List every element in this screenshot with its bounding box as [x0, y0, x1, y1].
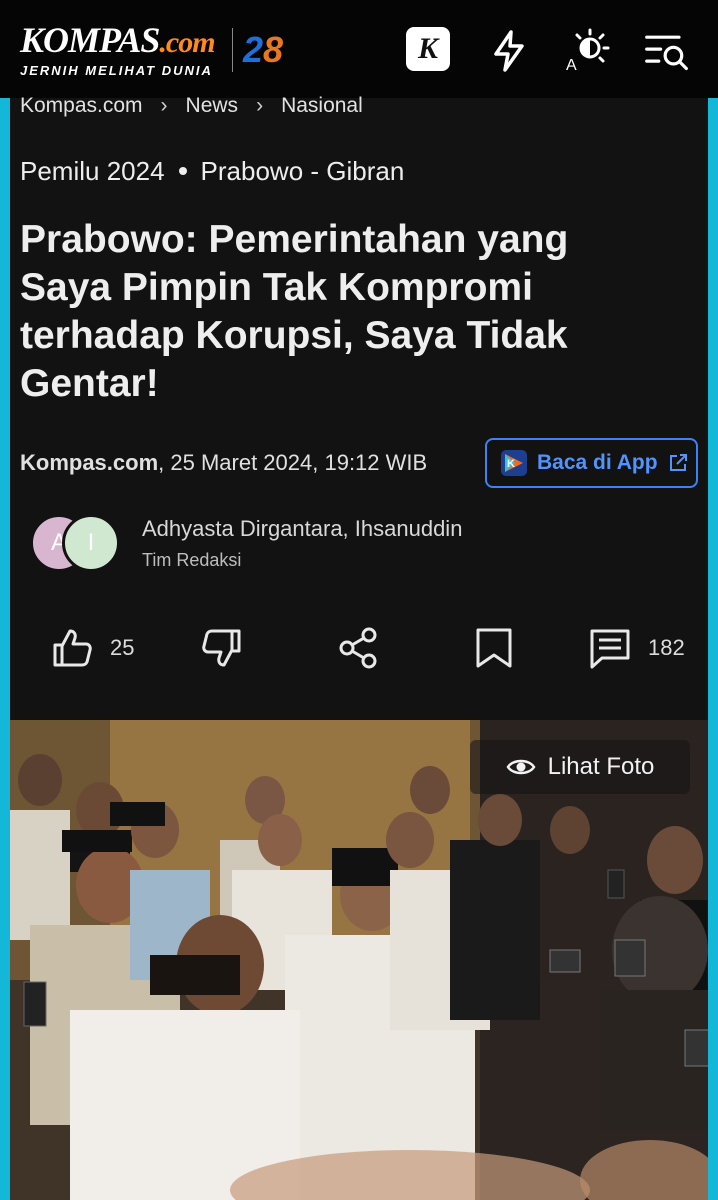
- author-block[interactable]: A I Adhyasta Dirgantara, Ihsanuddin Tim …: [30, 512, 690, 576]
- breadcrumb: Kompas.com › News › Nasional: [20, 94, 363, 118]
- avatar: I: [62, 514, 120, 572]
- tag-prabowo-gibran[interactable]: Prabowo - Gibran: [201, 156, 405, 186]
- top-bar: KOMPAS.com JERNIH MELIHAT DUNIA 28 K A: [0, 0, 718, 98]
- article-source: Kompas.com: [20, 450, 159, 475]
- bookmark-icon: [476, 628, 512, 668]
- left-accent-strip: [0, 98, 10, 1200]
- article-meta: Kompas.com, 25 Maret 2024, 19:12 WIB: [20, 450, 427, 476]
- view-photo-label: Lihat Foto: [547, 753, 655, 780]
- author-names[interactable]: Adhyasta Dirgantara, Ihsanuddin: [142, 516, 462, 542]
- anniversary-badge: 28: [232, 28, 288, 72]
- kompas-logo[interactable]: KOMPAS.com JERNIH MELIHAT DUNIA: [20, 20, 216, 78]
- article-headline: Prabowo: Pemerintahan yang Saya Pimpin T…: [20, 218, 569, 405]
- comment-icon: [590, 629, 630, 669]
- breadcrumb-home[interactable]: Kompas.com: [20, 94, 143, 118]
- share-icon: [339, 627, 377, 669]
- tag-pemilu[interactable]: Pemilu 2024: [20, 156, 165, 186]
- dislike-button[interactable]: [200, 620, 244, 676]
- right-accent-strip: [708, 98, 718, 1200]
- logo-dotcom-text: .com: [159, 26, 215, 59]
- read-in-app-button[interactable]: K Baca di App: [485, 438, 698, 488]
- separator-dot: [178, 166, 187, 175]
- chevron-right-icon: ›: [160, 94, 168, 117]
- bookmark-button[interactable]: [472, 620, 516, 676]
- view-photo-button[interactable]: Lihat Foto: [470, 740, 690, 794]
- author-team: Tim Redaksi: [142, 550, 242, 570]
- share-button[interactable]: [337, 620, 381, 676]
- article-header: Kompas.com › News › Nasional Pemilu 2024 Prab…: [10, 94, 708, 720]
- brightness-icon[interactable]: A: [564, 28, 610, 74]
- topic-tags: Pemilu 2024 Prabowo - Gibran: [20, 156, 404, 187]
- logo-main-text: KOMPAS: [20, 20, 160, 60]
- article-datetime: , 25 Maret 2024, 19:12 WIB: [158, 450, 428, 475]
- logo-tagline: JERNIH MELIHAT DUNIA: [20, 63, 213, 78]
- external-link-icon: [669, 454, 687, 471]
- read-in-app-label: Baca di App: [537, 451, 658, 474]
- like-button[interactable]: 25: [50, 620, 134, 676]
- thumbs-down-icon: [202, 629, 241, 667]
- breadcrumb-news[interactable]: News: [186, 94, 239, 118]
- comment-button[interactable]: 182: [588, 620, 685, 676]
- svg-text:K: K: [507, 458, 515, 470]
- thumbs-up-icon: [53, 629, 92, 667]
- chevron-right-icon: ›: [256, 94, 264, 117]
- kompas-app-icon[interactable]: K: [406, 27, 450, 71]
- kompas-app-logo-icon: K: [501, 450, 527, 476]
- breadcrumb-nasional[interactable]: Nasional: [281, 94, 363, 118]
- svg-text:A: A: [566, 57, 577, 74]
- comment-count: 182: [648, 635, 685, 660]
- like-count: 25: [110, 635, 135, 660]
- eye-icon: [506, 759, 536, 775]
- article-actions: 25 182: [10, 620, 708, 676]
- article-photo[interactable]: Lihat Foto: [10, 720, 708, 1200]
- menu-search-icon[interactable]: [644, 28, 690, 74]
- lightning-icon[interactable]: [486, 28, 532, 74]
